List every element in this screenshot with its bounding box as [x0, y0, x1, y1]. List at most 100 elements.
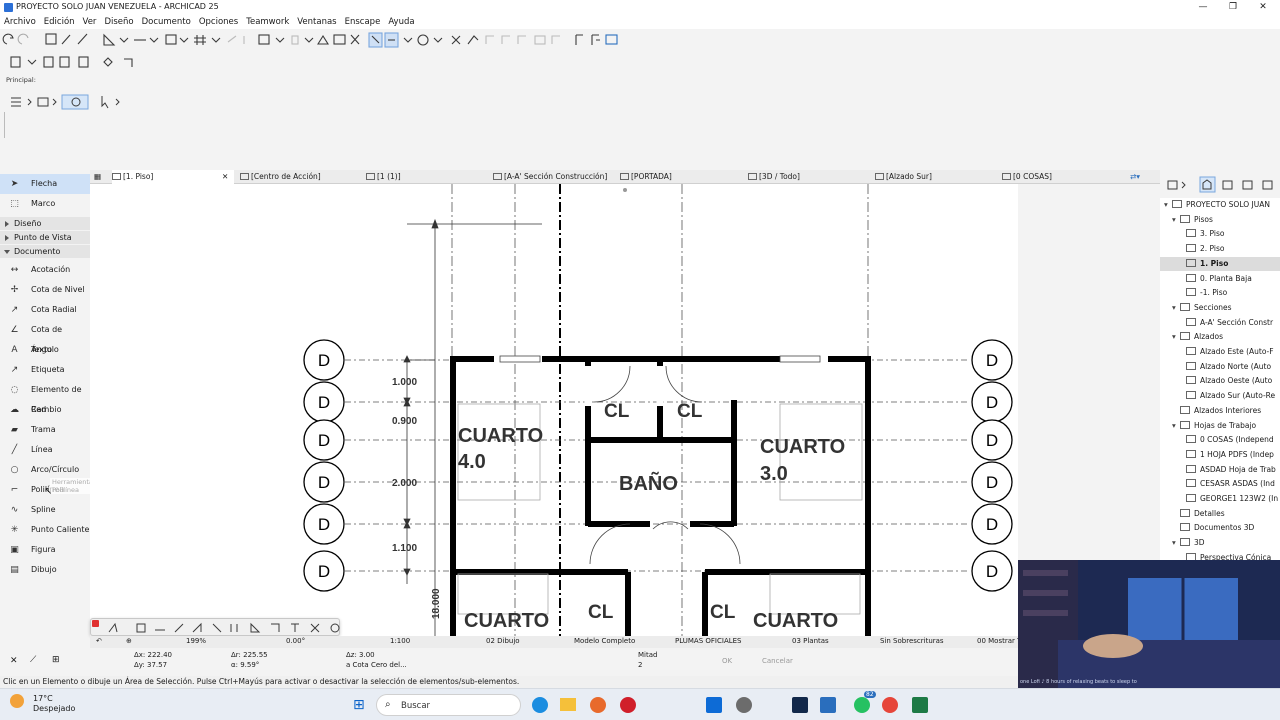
renovation-filter[interactable]: 00 Mostrar T: [977, 637, 1021, 645]
menu-edicion[interactable]: Edición: [40, 15, 79, 29]
nav-item-alzado-oeste-auto[interactable]: Alzado Oeste (Auto: [1186, 374, 1272, 388]
tool-elemento-de-red[interactable]: ◌ Elemento de Red: [0, 380, 90, 414]
tool-cota-de-angulo[interactable]: ∠ Cota de Ángulo: [0, 320, 90, 354]
tool-marco[interactable]: ⬚ Marco: [0, 194, 90, 214]
nav-item-alzado-norte-auto[interactable]: Alzado Norte (Auto: [1186, 360, 1271, 374]
zoom-value[interactable]: 199%: [186, 637, 206, 645]
tab-1-1[interactable]: [1 (1)]: [366, 170, 486, 184]
nav-item-alzado-este-auto-f[interactable]: Alzado Este (Auto-F: [1186, 345, 1274, 359]
palette-close-icon[interactable]: [92, 620, 99, 627]
quick-options-palette[interactable]: [90, 618, 340, 636]
menu-ventanas[interactable]: Ventanas: [293, 15, 340, 29]
zoom-icon[interactable]: ⊕: [126, 637, 132, 645]
angle-value[interactable]: 0.00°: [286, 637, 305, 645]
tab-list-icon[interactable]: ▦: [94, 170, 108, 184]
dimension-standard[interactable]: 03 Plantas: [792, 637, 829, 645]
tab-centro-accion[interactable]: [Centro de Acción]: [240, 170, 360, 184]
menu-ver[interactable]: Ver: [79, 15, 101, 29]
group-punto-de-vista[interactable]: Punto de Vista: [0, 231, 90, 244]
secondary-toolbar-icons[interactable]: [0, 52, 160, 72]
relative-icon[interactable]: ⊞: [52, 655, 60, 665]
group-diseno[interactable]: Diseño: [0, 217, 90, 230]
nav-item-0-cosas-independ[interactable]: 0 COSAS (Independ: [1186, 433, 1274, 447]
tool-etiqueta[interactable]: ↗ Etiqueta: [0, 360, 90, 380]
nav-item-2-piso[interactable]: 2. Piso: [1186, 242, 1224, 256]
weather-text[interactable]: Despejado: [33, 704, 75, 713]
nav-root[interactable]: ▾ PROYECTO SOLO JUAN: [1164, 198, 1270, 212]
tab-portada[interactable]: [PORTADA]: [620, 170, 740, 184]
nav-item-alzados-interiores[interactable]: Alzados Interiores: [1172, 404, 1261, 418]
tab-1-piso[interactable]: [1. Piso]: [112, 170, 234, 184]
tool-spline[interactable]: ∿ Spline: [0, 500, 90, 520]
tab-alzado-sur[interactable]: [Alzado Sur]: [875, 170, 995, 184]
model-view-option[interactable]: Modelo Completo: [574, 637, 635, 645]
snap-icon[interactable]: ⟋: [30, 655, 36, 665]
tool-flecha[interactable]: ➤ Flecha: [0, 174, 90, 194]
ok-button[interactable]: OK: [722, 657, 732, 665]
nav-item-1-piso[interactable]: 1. Piso: [1160, 256, 1280, 271]
tool-cambio[interactable]: ☁ Cambio: [0, 400, 90, 420]
menu-opciones[interactable]: Opciones: [195, 15, 242, 29]
nav-item-documentos-3d[interactable]: Documentos 3D: [1172, 521, 1254, 535]
nav-item-secciones[interactable]: ▾ Secciones: [1172, 301, 1232, 315]
nav-item-1-hoja-pdfs-indep[interactable]: 1 HOJA PDFS (Indep: [1186, 448, 1274, 462]
scale-value[interactable]: 1:100: [390, 637, 410, 645]
snap-divisions[interactable]: 2: [638, 661, 642, 669]
menu-ayuda[interactable]: Ayuda: [384, 15, 418, 29]
delta-x[interactable]: Δx: 222.40: [134, 651, 172, 659]
nav-item-asdad-hoja-de-trab[interactable]: ASDAD Hoja de Trab: [1186, 463, 1276, 477]
undo-view-icon[interactable]: ↶: [96, 637, 102, 645]
menu-teamwork[interactable]: Teamwork: [242, 15, 293, 29]
group-documento[interactable]: Documento: [0, 245, 90, 258]
nav-item-detalles[interactable]: Detalles: [1172, 507, 1225, 521]
menu-documento[interactable]: Documento: [138, 15, 195, 29]
nav-item-3d[interactable]: ▾ 3D: [1172, 536, 1205, 550]
toolbar-icons[interactable]: [0, 30, 640, 52]
delta-y[interactable]: Δy: 37.57: [134, 661, 167, 669]
cancel-button[interactable]: Cancelar: [762, 657, 793, 665]
menu-diseno[interactable]: Diseño: [100, 15, 137, 29]
taskbar-search[interactable]: ⌕ Buscar: [376, 694, 521, 716]
delta-r[interactable]: Δr: 225.55: [231, 651, 268, 659]
nav-item-0-planta-baja[interactable]: 0. Planta Baja: [1186, 272, 1252, 286]
tool-trama[interactable]: ▰ Trama: [0, 420, 90, 440]
floor-plan-canvas[interactable]: DDDDDD DDDDDD CUARTO 4.0 CL CL BAÑO CUAR…: [90, 184, 1018, 636]
nav-item-3-piso[interactable]: 3. Piso: [1186, 227, 1224, 241]
tool-texto[interactable]: A Texto: [0, 340, 90, 360]
delta-z[interactable]: Δz: 3.00: [346, 651, 375, 659]
weather-icon[interactable]: [10, 694, 24, 708]
nav-item-cesasr-asdas-ind[interactable]: CESASR ASDAS (Ind: [1186, 477, 1275, 491]
tab-3d-todo[interactable]: [3D / Todo]: [748, 170, 868, 184]
maximize-button[interactable]: ❐: [1226, 1, 1240, 13]
palette-tool-icons[interactable]: [105, 620, 341, 636]
tool-arco-circulo[interactable]: ○ Arco/Círculo: [0, 460, 90, 480]
menu-enscape[interactable]: Enscape: [341, 15, 385, 29]
layer-combo[interactable]: 02 Dibujo: [486, 637, 520, 645]
tool-cota-de-nivel[interactable]: ✢ Cota de Nivel: [0, 280, 90, 300]
tool-linea[interactable]: ╱ Línea: [0, 440, 90, 460]
minimize-button[interactable]: —: [1196, 1, 1210, 13]
infobox-tools[interactable]: [6, 94, 126, 110]
tab-seccion[interactable]: [A-A' Sección Construcción]: [493, 170, 615, 184]
reference-level[interactable]: a Cota Cero del...: [346, 661, 407, 669]
tab-0-cosas[interactable]: [0 COSAS]: [1002, 170, 1122, 184]
close-tracker-icon[interactable]: ✕: [10, 656, 18, 666]
pen-set[interactable]: PLUMAS OFICIALES: [675, 637, 742, 645]
menu-archivo[interactable]: Archivo: [0, 15, 40, 29]
nav-item-a-a-secci-n-constr[interactable]: A-A' Sección Constr: [1186, 316, 1273, 330]
close-window-button[interactable]: ✕: [1256, 1, 1270, 13]
navigator-toolbar-icons[interactable]: [1160, 172, 1280, 198]
tool-dibujo[interactable]: ▤ Dibujo: [0, 560, 90, 580]
tool-acotacion[interactable]: ↔ Acotación: [0, 260, 90, 280]
nav-item-pisos[interactable]: ▾ Pisos: [1172, 213, 1213, 227]
angle-alpha[interactable]: α: 9.59°: [231, 661, 259, 669]
snap-mode[interactable]: Mitad: [638, 651, 657, 659]
nav-item-alzados[interactable]: ▾ Alzados: [1172, 330, 1223, 344]
nav-item-alzado-sur-auto-re[interactable]: Alzado Sur (Auto-Re: [1186, 389, 1275, 403]
tool-punto-caliente[interactable]: ✳ Punto Caliente: [0, 520, 90, 540]
tab-close-icon[interactable]: ✕: [222, 170, 234, 184]
weather-temp[interactable]: 17°C: [33, 694, 53, 703]
tool-figura[interactable]: ▣ Figura: [0, 540, 90, 560]
nav-item-george1-123w2-in[interactable]: GEORGE1 123W2 (In: [1186, 492, 1278, 506]
nav-item-1-piso[interactable]: -1. Piso: [1186, 286, 1227, 300]
